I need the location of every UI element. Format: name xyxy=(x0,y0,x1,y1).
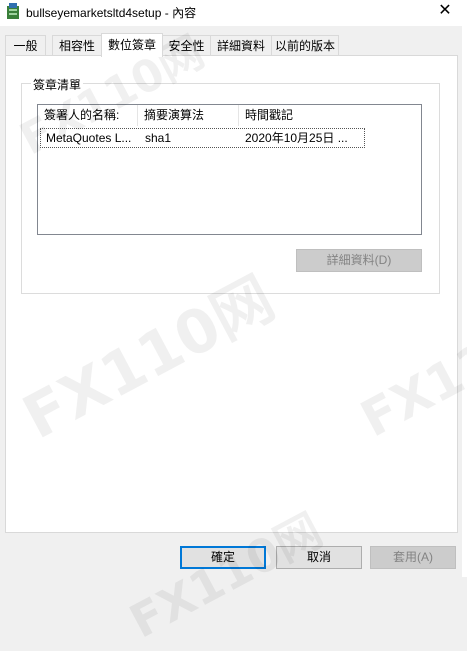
tab-label: 一般 xyxy=(13,39,38,53)
column-header-digest-algorithm[interactable]: 摘要演算法 xyxy=(138,105,239,126)
cancel-button[interactable]: 取消 xyxy=(276,546,362,569)
apply-button[interactable]: 套用(A) xyxy=(370,546,456,569)
ok-button[interactable]: 確定 xyxy=(180,546,266,569)
column-header-signer[interactable]: 簽署人的名稱: xyxy=(38,105,138,126)
signature-list-label: 簽章清單 xyxy=(31,76,84,93)
close-button[interactable]: ✕ xyxy=(428,0,462,24)
window-title: bullseyemarketsltd4setup - 內容 xyxy=(26,6,197,20)
tab-general[interactable]: 一般 xyxy=(5,35,46,56)
list-item[interactable]: MetaQuotes L... sha1 2020年10月25日 ... xyxy=(40,128,365,148)
installer-icon xyxy=(7,3,19,19)
background-window-edge xyxy=(462,0,467,577)
tab-details[interactable]: 詳細資料 xyxy=(210,35,272,56)
tab-label: 數位簽章 xyxy=(107,38,156,52)
signer-name: MetaQuotes L... xyxy=(46,131,132,145)
tab-label: 相容性 xyxy=(58,39,95,53)
details-button[interactable]: 詳細資料(D) xyxy=(296,249,422,272)
digest-algorithm: sha1 xyxy=(145,131,172,145)
tab-digital-signatures[interactable]: 數位簽章 xyxy=(101,33,163,57)
tab-label: 以前的版本 xyxy=(274,39,335,53)
list-header: 簽署人的名稱: 摘要演算法 時間戳記 xyxy=(38,105,421,126)
tab-security[interactable]: 安全性 xyxy=(162,35,211,56)
timestamp: 2020年10月25日 ... xyxy=(245,131,348,145)
tab-panel: 簽章清單 簽署人的名稱: 摘要演算法 時間戳記 MetaQuotes L... … xyxy=(5,55,458,533)
tab-label: 安全性 xyxy=(168,39,205,53)
tab-label: 詳細資料 xyxy=(216,39,265,53)
close-icon: ✕ xyxy=(438,2,452,19)
column-header-timestamp[interactable]: 時間戳記 xyxy=(239,105,359,126)
tab-compatibility[interactable]: 相容性 xyxy=(52,35,102,56)
tab-previous-versions[interactable]: 以前的版本 xyxy=(271,35,339,56)
signature-list[interactable]: 簽署人的名稱: 摘要演算法 時間戳記 MetaQuotes L... sha1 … xyxy=(37,104,422,235)
title-bar: bullseyemarketsltd4setup - 內容 ✕ xyxy=(0,0,462,26)
